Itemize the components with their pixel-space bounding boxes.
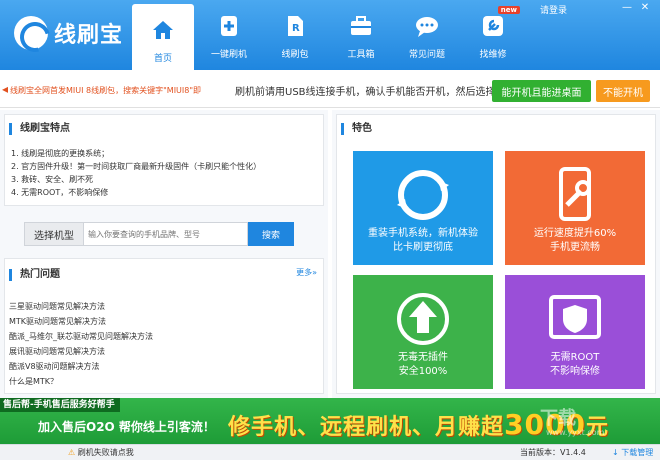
download-manager-label: 下载管理 <box>621 448 654 457</box>
new-badge: new <box>497 6 520 14</box>
plus-icon <box>216 13 242 39</box>
left-panel: 线刷宝特点 1. 线刷是彻底的更换系统； 2. 官方固件升级！第一时间获取厂商最… <box>0 110 328 398</box>
nav-faq[interactable]: 常见问题 <box>396 4 458 66</box>
tile-noroot-line2: 不影响保修 <box>550 366 600 377</box>
version-label: 当前版本：V1.4.4 <box>520 448 586 457</box>
model-search: 选择机型 搜索 <box>24 222 294 246</box>
can-boot-button[interactable]: 能开机且能进桌面 <box>492 80 591 102</box>
home-icon <box>150 17 176 43</box>
watermark-url: www.yyxt.com <box>546 428 605 437</box>
hot-questions-title: 热门问题 <box>9 269 60 281</box>
status-bar: ⚠ 刷机失败请点我 当前版本：V1.4.4 ↓ 下载管理 <box>0 444 660 460</box>
close-button[interactable]: ✕ <box>636 2 654 13</box>
tile-speed-boost[interactable]: 运行速度提升60% 手机更流畅 <box>505 151 645 265</box>
search-button[interactable]: 搜索 <box>248 222 294 246</box>
feature-list: 1. 线刷是彻底的更换系统； 2. 官方固件升级！第一时间获取厂商最新升级固件（… <box>11 147 261 199</box>
hot-question-link[interactable]: 酷派V8驱动问题解决方法 <box>9 359 153 374</box>
nav-one-click-flash[interactable]: 一键刷机 <box>198 4 260 66</box>
nav-faq-label: 常见问题 <box>408 50 445 60</box>
feature-item: 1. 线刷是彻底的更换系统； <box>11 149 110 158</box>
toolbox-icon <box>348 13 374 39</box>
nav-flash-package-label: 线刷包 <box>281 50 309 60</box>
package-icon: R <box>282 13 308 39</box>
hot-questions-box: 热门问题 更多» 三星驱动问题常见解决方法 MTK驱动问题常见解决方法 酷派_马… <box>4 258 324 394</box>
tile-virus-line2: 安全100% <box>398 366 448 377</box>
banner-headline-text: 修手机、远程刷机、月赚超 <box>228 415 505 440</box>
tile-no-root[interactable]: 无需ROOT 不影响保修 <box>505 275 645 389</box>
download-icon: ↓ <box>612 448 619 457</box>
right-panel: 特色 重装手机系统，新机体验 比卡刷更彻底 运行速度提升60% 手机更流畅 无毒… <box>332 110 660 398</box>
phone-wrench-icon <box>545 165 605 230</box>
connect-hint: 刷机前请用USB线连接手机，确认手机能否开机，然后选择 <box>235 87 496 98</box>
tile-reinstall-system[interactable]: 重装手机系统，新机体验 比卡刷更彻底 <box>353 151 493 265</box>
main-nav: 首页 一键刷机 R 线刷包 工具箱 常见问题 new 找维修 <box>132 4 528 70</box>
banner-tag: 售后帮-手机售后服务好帮手 <box>0 398 120 412</box>
flash-fail-label: 刷机失败请点我 <box>77 448 134 457</box>
features-box: 线刷宝特点 1. 线刷是彻底的更换系统； 2. 官方固件升级！第一时间获取厂商最… <box>4 114 324 206</box>
banner-subtitle: 加入售后O2O 帮你线上引客流！ <box>38 420 215 434</box>
tile-speed-line2: 手机更流畅 <box>550 242 600 253</box>
logo-icon <box>14 16 48 50</box>
watermark: 下载 <box>540 408 576 429</box>
speaker-icon: ◂ <box>2 82 9 96</box>
app-header: 线刷宝 首页 一键刷机 R 线刷包 工具箱 常见问题 new 找维修 请登录 —… <box>0 0 660 70</box>
hot-question-link[interactable]: 展讯驱动问题常见解决方法 <box>9 344 153 359</box>
chat-icon <box>414 13 440 39</box>
more-link[interactable]: 更多» <box>296 267 317 278</box>
nav-flash-package[interactable]: R 线刷包 <box>264 4 326 66</box>
feature-item: 4. 无需ROOT，不影响保修 <box>11 188 109 197</box>
app-logo: 线刷宝 <box>14 16 123 50</box>
cannot-boot-button[interactable]: 不能开机 <box>596 80 650 102</box>
hot-question-link[interactable]: MTK驱动问题常见解决方法 <box>9 314 153 329</box>
nav-home[interactable]: 首页 <box>132 4 194 70</box>
refresh-icon <box>393 165 453 230</box>
flash-fail-link[interactable]: ⚠ 刷机失败请点我 <box>68 447 134 458</box>
tile-reinstall-line2: 比卡刷更彻底 <box>393 242 453 253</box>
hot-question-link[interactable]: 什么是MTK？ <box>9 374 153 389</box>
login-link[interactable]: 请登录 <box>540 3 567 16</box>
feature-item: 3. 救砖、安全、刷不死 <box>11 175 94 184</box>
highlights-box: 特色 重装手机系统，新机体验 比卡刷更彻底 运行速度提升60% 手机更流畅 无毒… <box>336 114 656 394</box>
nav-home-label: 首页 <box>153 54 172 64</box>
nav-toolbox-label: 工具箱 <box>347 50 375 60</box>
shield-icon <box>545 289 605 354</box>
upload-arrow-icon <box>393 289 453 354</box>
tile-virus-free[interactable]: 无毒无插件 安全100% <box>353 275 493 389</box>
feature-item: 2. 官方固件升级！第一时间获取厂商最新升级固件（卡刷只能个性化） <box>11 162 262 171</box>
notice-text[interactable]: 线刷宝全网首发MIUI 8线刷包，搜索关键字"MIUI8"即 <box>10 85 232 96</box>
download-manager-link[interactable]: ↓ 下载管理 <box>612 447 653 458</box>
nav-find-repair-label: 找维修 <box>479 50 507 60</box>
nav-one-click-flash-label: 一键刷机 <box>210 50 247 60</box>
hot-question-link[interactable]: 酷派_马维尔_联芯驱动常见问题解决方法 <box>9 329 153 344</box>
model-select[interactable]: 选择机型 <box>24 222 84 246</box>
search-input[interactable] <box>84 222 248 246</box>
warning-icon: ⚠ <box>68 448 76 457</box>
nav-find-repair[interactable]: new 找维修 <box>462 4 524 66</box>
app-name: 线刷宝 <box>54 23 124 48</box>
hot-question-link[interactable]: 三星驱动问题常见解决方法 <box>9 299 153 314</box>
nav-toolbox[interactable]: 工具箱 <box>330 4 392 66</box>
highlights-title: 特色 <box>341 123 372 135</box>
svg-text:R: R <box>292 23 300 34</box>
window-controls: — ✕ <box>618 2 654 13</box>
minimize-button[interactable]: — <box>618 2 636 13</box>
features-title: 线刷宝特点 <box>9 123 70 135</box>
hot-questions-list: 三星驱动问题常见解决方法 MTK驱动问题常见解决方法 酷派_马维尔_联芯驱动常见… <box>9 299 153 389</box>
repair-icon <box>480 13 506 39</box>
